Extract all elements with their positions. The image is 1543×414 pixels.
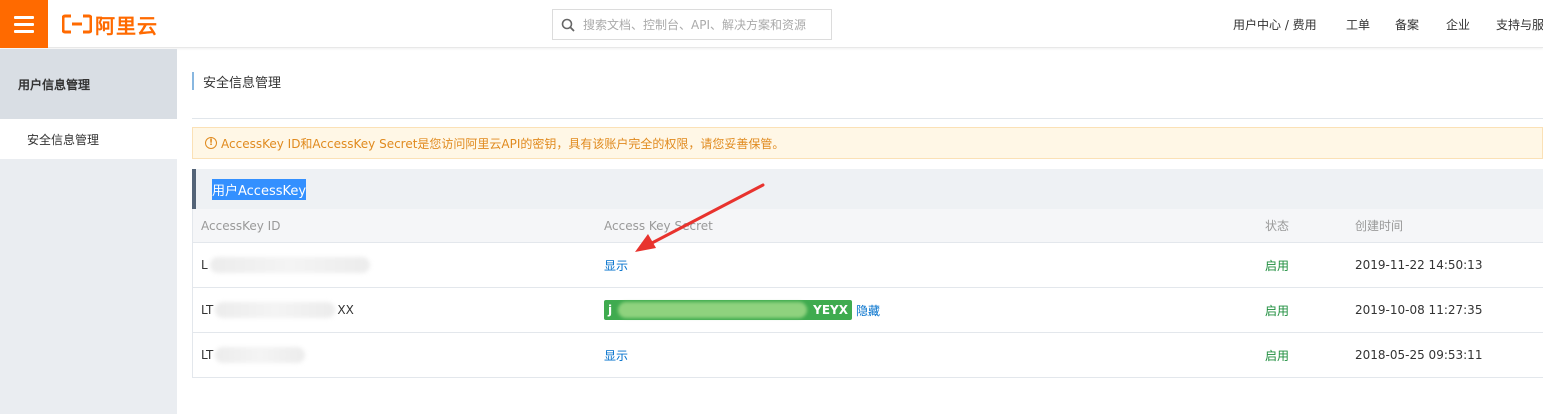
hide-secret-link[interactable]: 隐藏 [856,302,880,319]
aliyun-logo-icon [62,14,92,34]
status-text: 启用 [1265,348,1290,363]
nav-tickets[interactable]: 工单 [1346,0,1370,48]
accesskey-id: LT [201,333,307,377]
accesskey-id-prefix: LT [201,348,214,362]
show-secret-link[interactable]: 显示 [604,347,628,364]
accesskey-id-suffix: XX [337,303,354,317]
aliyun-logo[interactable]: 阿里云 [62,11,158,38]
status-text: 启用 [1265,258,1290,273]
logo-text: 阿里云 [95,13,158,38]
column-header-status: 状态 [1265,219,1290,233]
accesskey-id: LT XX [201,288,354,332]
column-header-id: AccessKey ID [201,218,281,233]
created-time: 2019-10-08 11:27:35 [1355,303,1483,317]
warning-notice: ! AccessKey ID和AccessKey Secret是您访问阿里云AP… [192,127,1543,159]
table-header-row: AccessKey ID Access Key Secret 状态 创建时间 [193,209,1543,242]
nav-icp-filing[interactable]: 备案 [1395,0,1419,48]
column-header-created: 创建时间 [1355,219,1404,233]
warning-text: AccessKey ID和AccessKey Secret是您访问阿里云API的… [221,136,785,151]
secret-suffix: YEYX [813,303,848,317]
created-time: 2018-05-25 09:53:11 [1355,348,1483,362]
column-header-secret: Access Key Secret [604,218,713,233]
redaction-blur [209,257,370,273]
accesskey-id-prefix: LT [201,303,214,317]
secret-value: j YEYX [604,300,852,320]
secret-prefix: j [608,303,613,317]
created-time: 2019-11-22 14:50:13 [1355,258,1483,272]
nav-support[interactable]: 支持与服 [1496,0,1543,48]
table-row: LT XX j YEYX 隐藏 启用 2019-10-08 11:27:35 [193,287,1543,332]
redaction-blur [215,302,336,318]
secret-cell: 显示 [604,243,628,287]
nav-enterprise[interactable]: 企业 [1446,0,1470,48]
sidebar: 用户信息管理 安全信息管理 [0,49,177,414]
nav-support-label[interactable]: 支持与服 [1496,16,1543,33]
redaction-blur [215,347,306,363]
nav-icp-filing-label[interactable]: 备案 [1395,16,1419,33]
status-text: 启用 [1265,303,1290,318]
show-secret-link[interactable]: 显示 [604,257,628,274]
title-divider [192,118,1543,119]
nav-user-center[interactable]: 用户中心 / 费用 [1233,0,1317,48]
panel-header: 用户AccessKey [192,169,1543,209]
warning-icon: ! [205,137,217,149]
sidebar-title: 用户信息管理 [0,49,177,119]
secret-cell: 显示 [604,333,628,377]
nav-tickets-label[interactable]: 工单 [1346,16,1370,33]
accesskey-id-prefix: L [201,258,208,272]
search-input[interactable] [583,17,823,32]
accesskey-id: L [201,243,372,287]
table-row: LT 显示 启用 2018-05-25 09:53:11 [193,332,1543,377]
secret-cell: j YEYX 隐藏 [604,288,880,332]
top-bar: 阿里云 用户中心 / 费用 工单 备案 企业 支持与服 [0,0,1543,48]
accesskey-table: AccessKey ID Access Key Secret 状态 创建时间 L… [192,209,1543,378]
search-icon [561,18,575,32]
panel-title: 用户AccessKey [212,178,307,200]
table-row: L 显示 启用 2019-11-22 14:50:13 [193,242,1543,287]
redaction-blur [618,302,808,318]
hamburger-menu-icon[interactable] [0,0,48,48]
nav-user-center-label[interactable]: 用户中心 / 费用 [1233,16,1317,33]
page-title: 安全信息管理 [192,72,281,91]
search-box[interactable] [552,9,832,40]
nav-enterprise-label[interactable]: 企业 [1446,16,1470,33]
sidebar-item-security[interactable]: 安全信息管理 [0,119,177,159]
